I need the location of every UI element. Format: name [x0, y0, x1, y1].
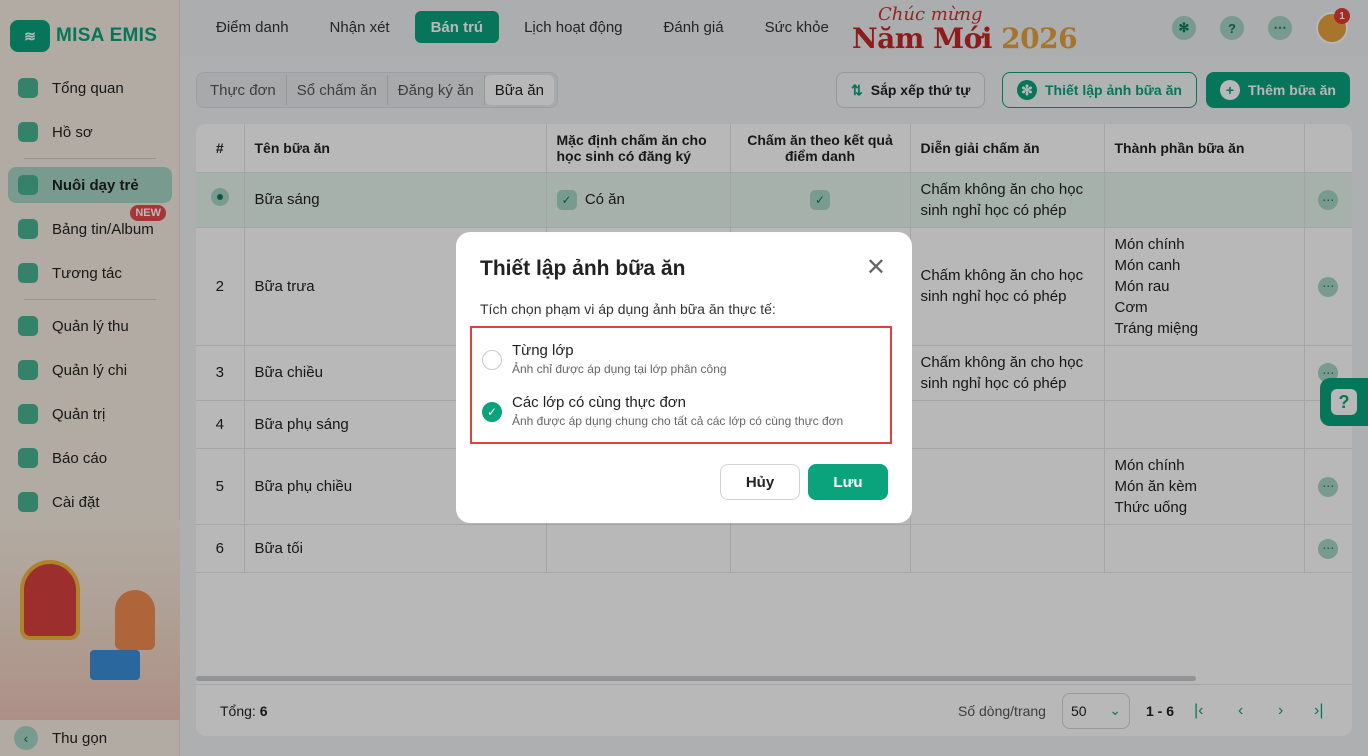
radio-checked-icon[interactable]: ✓	[482, 402, 502, 422]
radio-unchecked[interactable]	[482, 350, 502, 370]
dialog-title: Thiết lập ảnh bữa ăn	[480, 257, 686, 280]
scope-options-highlight: Từng lớp Ảnh chỉ được áp dụng tại lớp ph…	[470, 326, 892, 444]
option-subtitle: Ảnh chỉ được áp dụng tại lớp phân công	[512, 362, 727, 376]
option-same-menu-classes[interactable]: ✓ Các lớp có cùng thực đơn Ảnh được áp d…	[482, 394, 843, 428]
cancel-button[interactable]: Hủy	[720, 464, 800, 500]
option-title: Các lớp có cùng thực đơn	[512, 394, 686, 411]
save-button[interactable]: Lưu	[808, 464, 888, 500]
option-title: Từng lớp	[512, 342, 574, 359]
dialog-description: Tích chọn phạm vi áp dụng ảnh bữa ăn thự…	[480, 301, 776, 317]
option-per-class[interactable]: Từng lớp Ảnh chỉ được áp dụng tại lớp ph…	[482, 342, 727, 376]
close-icon[interactable]: ✕	[866, 256, 886, 280]
option-subtitle: Ảnh được áp dụng chung cho tất cả các lớ…	[512, 414, 844, 428]
meal-photo-setup-dialog: Thiết lập ảnh bữa ăn ✕ Tích chọn phạm vi…	[456, 232, 912, 523]
